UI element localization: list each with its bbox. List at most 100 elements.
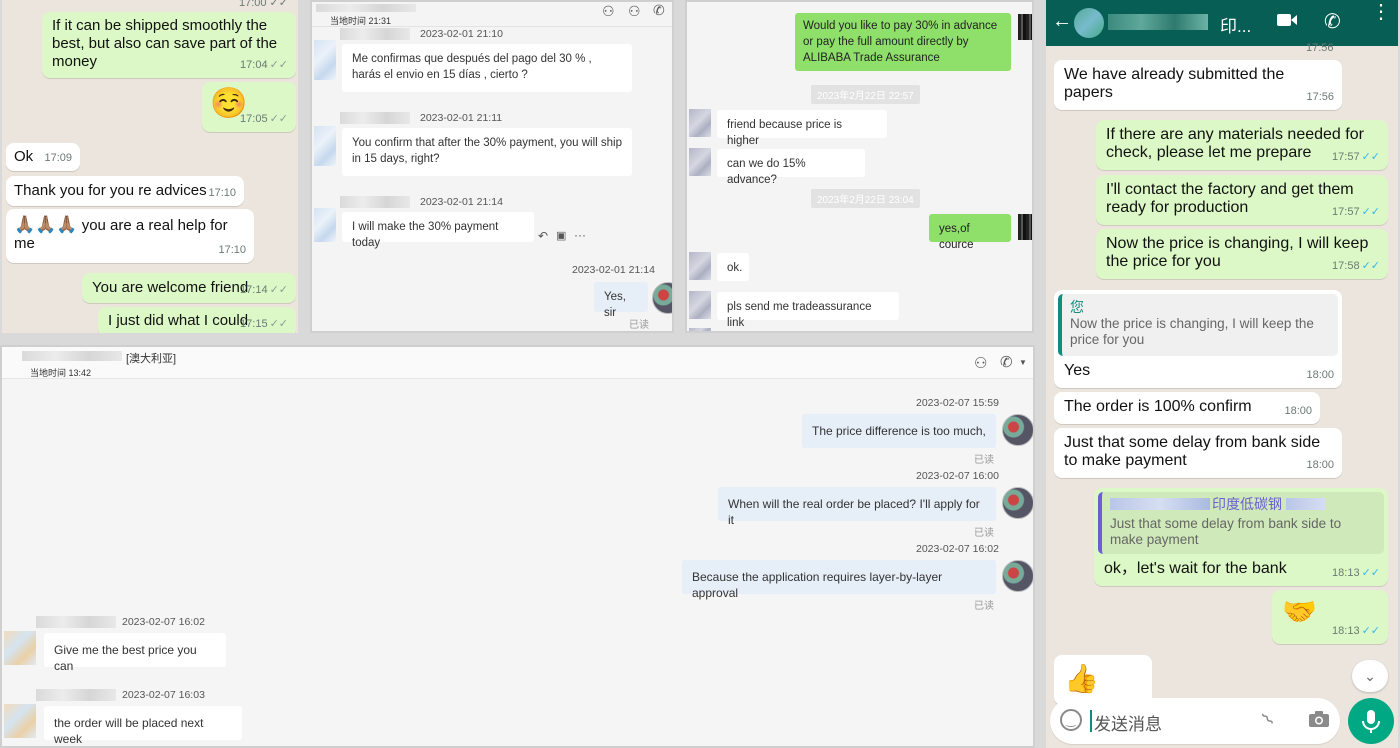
add-contact-icon[interactable]: ⚇ <box>628 3 641 20</box>
message-bubble: Just that some delay from bank side to m… <box>1054 428 1342 478</box>
message-bubble: I just did what I could 17:15 ✓✓ <box>98 307 296 333</box>
message-text: The price difference is too much, <box>812 424 986 438</box>
sender-name-blurred <box>36 616 116 628</box>
double-check-icon: ✓✓ <box>1361 151 1380 163</box>
message-timestamp: 2023-02-01 21:14 <box>572 264 655 276</box>
message-timestamp: 2023-02-01 21:10 <box>420 28 503 40</box>
quoted-author-blurred <box>1286 498 1326 510</box>
message-bubble: I'll contact the factory and get them re… <box>1096 175 1388 225</box>
double-check-icon: ✓✓ <box>269 59 288 71</box>
chat-header: ← 印... ✆ ⋮ <box>1046 0 1398 46</box>
message-text: When will the real order be placed? I'll… <box>728 497 980 527</box>
message-text: We have already submitted the papers <box>1064 66 1285 101</box>
avatar-blurred <box>314 40 336 80</box>
message-bubble: 印度低碳钢 Just that some delay from bank sid… <box>1094 488 1388 586</box>
message-bubble: The order is 100% confirm 18:00 <box>1054 392 1320 424</box>
my-avatar <box>1018 214 1032 240</box>
date-divider: 2023年2月22日 23:04 <box>811 189 920 208</box>
double-check-icon: ✓✓ <box>1361 206 1380 218</box>
phone-icon[interactable]: ✆ <box>1000 353 1013 371</box>
read-status: 已读 <box>974 601 994 612</box>
message-timestamp: 2023-02-07 15:59 <box>916 397 999 409</box>
microphone-icon <box>1362 710 1380 733</box>
contact-info-icon[interactable]: ⚇ <box>974 354 987 372</box>
chat-panel-whatsapp-right: ← 印... ✆ ⋮ 17:56 We have already submitt… <box>1046 0 1398 748</box>
divider <box>312 26 672 27</box>
quoted-message[interactable]: 您 Now the price is changing, I will keep… <box>1058 294 1338 356</box>
message-time: 17:57 <box>1332 151 1360 163</box>
message-time: 17:10 <box>218 244 246 256</box>
date-divider: 2023年2月22日 22:57 <box>811 85 920 104</box>
message-bubble: We have already submitted the papers 17:… <box>1054 60 1342 110</box>
reply-icon[interactable]: ↶ <box>538 229 548 243</box>
double-check-icon: ✓✓ <box>269 318 288 330</box>
message-bubble: 🤝 18:13 ✓✓ <box>1272 590 1388 644</box>
attach-icon[interactable]: ⌇ <box>1258 709 1279 730</box>
avatar-blurred <box>689 291 711 319</box>
back-arrow-icon[interactable]: ← <box>1052 10 1072 33</box>
emoji-icon[interactable]: ‿ <box>1060 709 1082 731</box>
message-time: 17:09 <box>44 152 72 164</box>
message-text: yes,of cource <box>939 223 974 251</box>
more-icon[interactable]: ··· <box>574 228 586 242</box>
message-text: Now the price is changing, I will keep t… <box>1106 235 1369 270</box>
message-text: I just did what I could <box>108 312 249 329</box>
message-time: 17:10 <box>208 187 236 199</box>
message-text: I'll contact the factory and get them re… <box>1106 181 1354 216</box>
chat-panel-alibaba-bottom: [澳大利亚] 当地时间 13:42 ⚇ ✆ ▼ 2023-02-07 15:59… <box>0 345 1035 748</box>
message-bubble: Now the price is changing, I will keep t… <box>1096 229 1388 279</box>
avatar-blurred <box>4 631 36 665</box>
message-input-bar: ‿ 发送消息 ⌇ <box>1046 698 1398 748</box>
message-text: Yes, sir <box>604 291 626 319</box>
my-avatar <box>1002 487 1033 519</box>
message-time: 18:00 <box>1306 369 1334 381</box>
chevron-down-icon[interactable]: ▼ <box>1019 358 1027 367</box>
message-time: 17:14 <box>240 284 268 296</box>
message-text: You are welcome friend <box>92 279 249 296</box>
my-avatar <box>1018 14 1032 40</box>
chat-panel-whatsapp-left: 17:00 ✓✓ If it can be shipped smoothly t… <box>2 0 298 333</box>
message-bubble: Ok 17:09 <box>6 143 80 171</box>
quoted-text: Just that some delay from bank side to m… <box>1110 516 1342 547</box>
message-text: Would you like to pay 30% in advance or … <box>803 20 998 64</box>
local-time: 当地时间 13:42 <box>30 368 92 378</box>
message-bubble: yes,of cource <box>929 214 1011 251</box>
quoted-message[interactable]: 印度低碳钢 Just that some delay from bank sid… <box>1098 492 1384 554</box>
message-text: Give me the best price you can <box>54 643 197 673</box>
phone-icon[interactable]: ✆ <box>653 2 665 19</box>
message-timestamp: 2023-02-07 16:02 <box>122 616 205 628</box>
video-call-icon[interactable] <box>1276 11 1298 29</box>
camera-icon[interactable] <box>1308 710 1330 728</box>
message-text: I will make the 30% payment today <box>352 221 499 249</box>
image-icon[interactable]: ▣ <box>556 229 566 242</box>
quoted-author: 您 <box>1070 299 1084 315</box>
message-input[interactable]: ‿ 发送消息 ⌇ <box>1050 698 1340 744</box>
scroll-down-button[interactable]: ⌄ <box>1352 660 1388 692</box>
message-bubble: 🙏🏽🙏🏽🙏🏽 you are a real help for me 17:10 <box>6 209 254 263</box>
more-vertical-icon[interactable]: ⋮ <box>1371 2 1391 22</box>
message-time: 18:00 <box>1306 459 1334 471</box>
message-bubble: pls send me tradeassurance link <box>717 292 899 329</box>
sender-name-blurred <box>340 196 410 208</box>
my-avatar <box>1002 560 1033 592</box>
contact-name: 印... <box>1220 17 1252 36</box>
text-cursor <box>1090 710 1092 732</box>
message-bubble: When will the real order be placed? I'll… <box>718 487 996 527</box>
phone-icon[interactable]: ✆ <box>1324 9 1341 34</box>
avatar-blurred <box>314 208 336 242</box>
message-timestamp: 2023-02-01 21:14 <box>420 196 503 208</box>
contact-avatar-blurred <box>1074 8 1104 38</box>
double-check-icon: ✓✓ <box>1361 625 1380 637</box>
contact-info-icon[interactable]: ⚇ <box>602 3 615 20</box>
message-bubble: the order will be placed next week <box>44 706 242 746</box>
message-text: Yes <box>1064 362 1091 379</box>
message-bubble: The price difference is too much, <box>802 414 996 448</box>
message-text: ok，let's wait for the bank <box>1104 560 1287 577</box>
read-status: 已读 <box>974 455 994 466</box>
double-check-icon: ✓✓ <box>269 284 288 296</box>
mic-button[interactable] <box>1348 698 1394 744</box>
message-time: 18:13 <box>1332 625 1360 637</box>
message-bubble: ok. <box>717 253 749 281</box>
message-time: 18:00 <box>1284 405 1312 417</box>
message-time: 17:56 <box>1306 91 1334 103</box>
